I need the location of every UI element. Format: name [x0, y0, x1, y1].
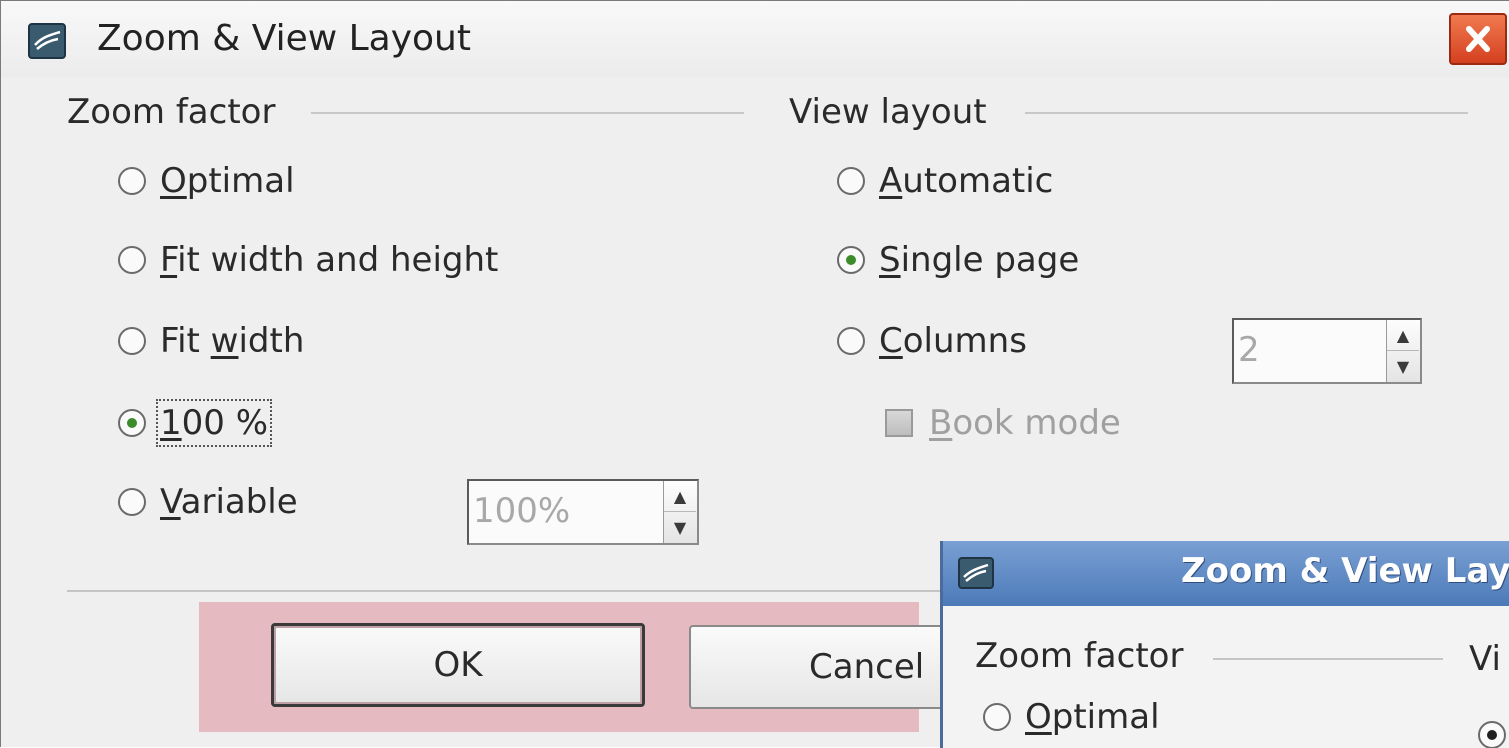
view-automatic-radio[interactable] — [837, 167, 865, 195]
zoom-optimal-radio[interactable] — [118, 167, 146, 195]
view-automatic-option[interactable]: Automatic — [837, 157, 1053, 205]
overlay-zoom-factor-label: Zoom factor — [975, 636, 1184, 676]
columns-increment[interactable]: ▲ — [1387, 320, 1419, 351]
chevron-down-icon: ▼ — [1396, 357, 1410, 376]
view-columns-label: Columns — [879, 321, 1027, 361]
zoom-variable-value: 100% — [473, 491, 571, 531]
columns-spin-buttons: ▲ ▼ — [1386, 320, 1420, 382]
ok-button-label: OK — [433, 645, 483, 685]
title-bar: Zoom & View Layout — [1, 1, 1509, 77]
zoom-variable-spinbox[interactable]: 100% ▲ ▼ — [467, 479, 699, 545]
zoom-fit-width-height-radio[interactable] — [118, 246, 146, 274]
overlay-view-label: Vi — [1469, 639, 1501, 679]
overlay-optimal-radio[interactable] — [983, 703, 1011, 731]
zoom-variable-increment[interactable]: ▲ — [664, 481, 696, 512]
zoom-variable-radio[interactable] — [118, 488, 146, 516]
zoom-fit-width-height-label: Fit width and height — [160, 240, 499, 280]
zoom-variable-option[interactable]: Variable — [118, 478, 298, 526]
button-separator — [67, 590, 947, 592]
zoom-factor-divider — [311, 112, 744, 114]
book-mode-option[interactable]: Book mode — [885, 399, 1121, 447]
view-single-page-option[interactable]: Single page — [837, 236, 1079, 284]
zoom-factor-label: Zoom factor — [67, 92, 276, 132]
zoom-variable-label: Variable — [160, 482, 298, 522]
overlay-dialog-title: Zoom & View Layout — [1181, 551, 1509, 591]
chevron-up-icon: ▲ — [673, 486, 687, 506]
overlay-title-bar: Zoom & View Layout — [943, 541, 1509, 606]
zoom-optimal-label: Optimal — [160, 161, 295, 201]
view-columns-option[interactable]: Columns — [837, 317, 1027, 365]
app-icon — [28, 23, 66, 59]
chevron-up-icon: ▲ — [1396, 325, 1410, 345]
chevron-down-icon: ▼ — [673, 518, 687, 537]
overlay-zoom-divider — [1213, 658, 1443, 660]
overlay-view-radio-option[interactable] — [1478, 711, 1509, 748]
zoom-fit-width-radio[interactable] — [118, 327, 146, 355]
columns-decrement[interactable]: ▼ — [1387, 351, 1419, 382]
zoom-fit-width-label: Fit width — [160, 321, 305, 361]
zoom-variable-spin-buttons: ▲ ▼ — [663, 481, 697, 543]
book-mode-label: Book mode — [929, 403, 1121, 443]
view-columns-radio[interactable] — [837, 327, 865, 355]
dialog-title: Zoom & View Layout — [97, 18, 471, 59]
ok-button[interactable]: OK — [271, 623, 645, 707]
columns-spinbox[interactable]: 2 ▲ ▼ — [1232, 318, 1422, 384]
overlay-dialog-preview: Zoom & View Layout Zoom factor Vi Optima… — [940, 541, 1509, 748]
book-mode-checkbox[interactable] — [885, 409, 913, 437]
zoom-fit-width-height-option[interactable]: Fit width and height — [118, 236, 498, 284]
zoom-100-percent-label: 100 % — [155, 399, 273, 447]
view-layout-label: View layout — [789, 92, 987, 132]
zoom-variable-decrement[interactable]: ▼ — [664, 512, 696, 543]
view-single-page-radio[interactable] — [837, 246, 865, 274]
zoom-optimal-option[interactable]: Optimal — [118, 157, 295, 205]
zoom-100-percent-radio[interactable] — [118, 409, 146, 437]
overlay-optimal-option[interactable]: Optimal — [983, 693, 1160, 741]
close-icon — [1466, 26, 1490, 52]
zoom-view-layout-dialog: Zoom & View Layout Zoom factor Optimal F… — [0, 0, 1509, 748]
view-single-page-label: Single page — [879, 240, 1080, 280]
view-automatic-label: Automatic — [879, 161, 1054, 201]
zoom-fit-width-option[interactable]: Fit width — [118, 317, 304, 365]
cancel-button-label: Cancel — [809, 647, 925, 687]
app-icon — [958, 557, 994, 589]
zoom-100-percent-option[interactable]: 100 % — [118, 399, 273, 447]
close-button[interactable] — [1449, 13, 1507, 65]
view-layout-divider — [1025, 112, 1468, 114]
overlay-optimal-label: Optimal — [1025, 697, 1160, 737]
columns-value: 2 — [1238, 330, 1260, 370]
overlay-view-radio[interactable] — [1478, 721, 1506, 748]
